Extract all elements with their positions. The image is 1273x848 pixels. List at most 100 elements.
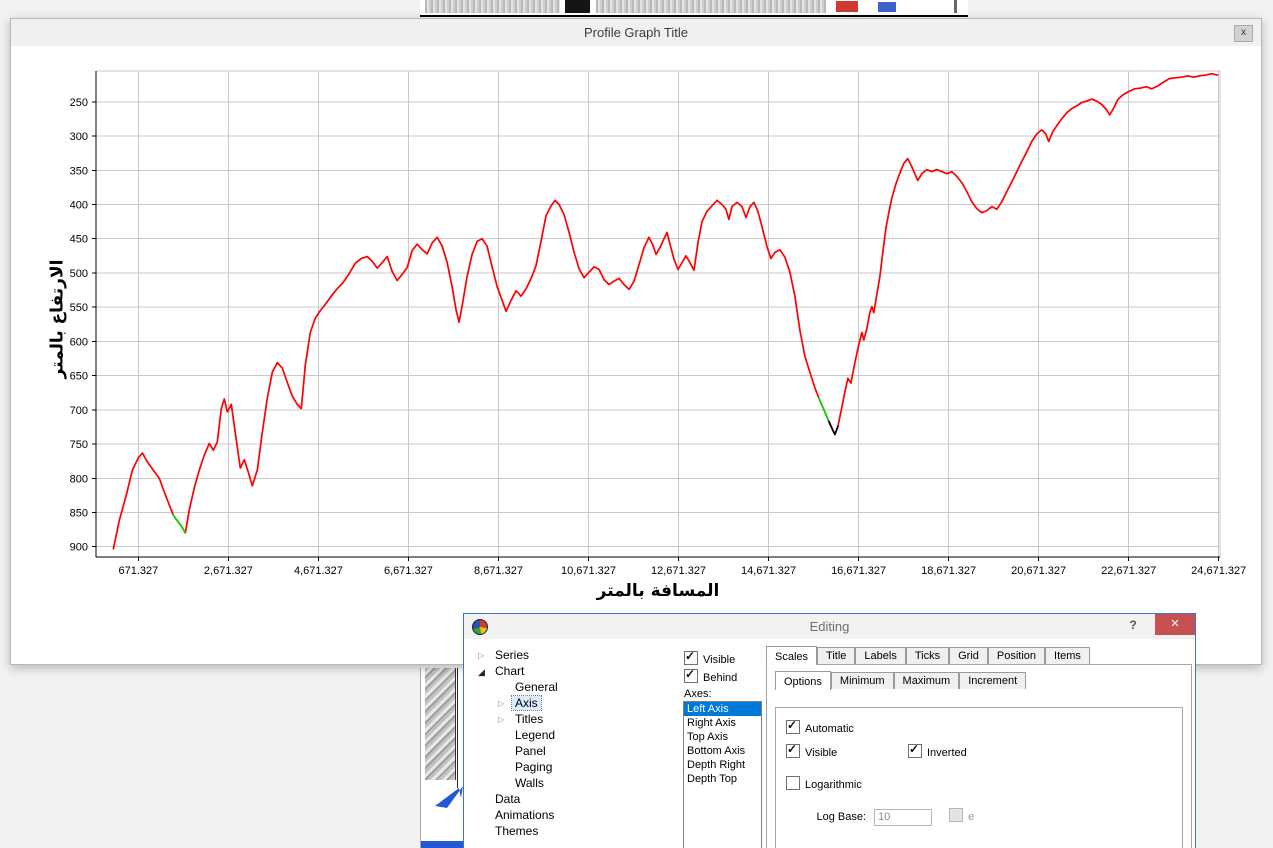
tree-item-series[interactable]: ▷ Series [476, 647, 671, 663]
checkbox-box [786, 742, 800, 758]
checkbox-box [949, 808, 964, 822]
tab-increment[interactable]: Increment [959, 672, 1027, 689]
red-swatch [836, 1, 858, 12]
tree-item-label: Titles [515, 712, 544, 726]
axes-list-item-depth-top[interactable]: Depth Top [684, 772, 761, 786]
chart-editor-tree: ▷ Series ◢ Chart General ▷ Axis ▷ Titles Legend Pa… [476, 647, 671, 839]
tree-item-label: General [515, 680, 558, 694]
background-window-fragment-top [420, 0, 968, 17]
checkbox-box [684, 667, 698, 683]
help-button[interactable]: ? [1125, 618, 1141, 634]
tree-item-label: Paging [515, 760, 553, 774]
checkbox-label: Automatic [805, 723, 854, 735]
x-tick-label: 16,671.327 [831, 565, 886, 577]
tab-labels[interactable]: Labels [855, 647, 906, 664]
tree-item-label: Chart [495, 664, 525, 678]
y-axis-title: الارتفاع بالمتر [47, 259, 67, 379]
x-tick-label: 22,671.327 [1101, 565, 1156, 577]
checkbox-label: e [968, 811, 975, 823]
checkbox-label: Inverted [927, 747, 967, 759]
axis-visible-checkbox[interactable]: Visible [786, 742, 837, 759]
tree-item-label: Axis [511, 695, 542, 711]
tree-item-label: Series [495, 648, 530, 662]
x-tick-label: 4,671.327 [294, 565, 343, 577]
tree-item-axis[interactable]: ▷ Axis [476, 695, 671, 711]
profile-graph-window: Profile Graph Title x 671.327 2,671.327 4,… [10, 18, 1262, 665]
tree-item-label: Animations [495, 808, 555, 822]
tree-item-walls[interactable]: Walls [476, 775, 671, 791]
checkbox-label: Behind [703, 672, 738, 684]
axes-listbox[interactable]: Left Axis Right Axis Top Axis Bottom Axis De… [683, 701, 762, 848]
x-tick-label: 14,671.327 [741, 565, 796, 577]
scales-tab-page: OptionsMinimumMaximumIncrement Automatic… [766, 664, 1192, 848]
blue-swatch [878, 2, 896, 12]
log-base-label: Log Base: [816, 811, 866, 823]
options-tab-page: Automatic Visible Inverted Logarithmic L… [775, 707, 1183, 848]
tab-scales[interactable]: Scales [766, 646, 818, 665]
tab-maximum[interactable]: Maximum [893, 672, 960, 689]
elevation-profile-chart: 671.327 2,671.327 4,671.327 6,671.327 8,671.… [70, 70, 1246, 577]
checkbox-label: Visible [703, 654, 736, 666]
tab-minimum[interactable]: Minimum [830, 672, 894, 689]
tree-item-titles[interactable]: ▷ Titles [476, 711, 671, 727]
tree-item-themes[interactable]: Themes [476, 823, 671, 839]
axes-list-item-top-axis[interactable]: Top Axis [684, 730, 761, 744]
tree-item-panel[interactable]: Panel [476, 743, 671, 759]
close-button[interactable]: x [1234, 25, 1253, 42]
window-border-line [457, 668, 458, 788]
tree-item-general[interactable]: General [476, 679, 671, 695]
axes-list-item-bottom-axis[interactable]: Bottom Axis [684, 744, 761, 758]
close-icon[interactable]: ✕ [1155, 614, 1195, 635]
tab-ticks[interactable]: Ticks [905, 647, 950, 664]
expand-icon[interactable]: ▷ [498, 696, 512, 712]
dialog-body: ▷ Series ◢ Chart General ▷ Axis ▷ Titles Legend Pa… [464, 639, 1195, 848]
checkbox-box [908, 742, 922, 758]
tree-item-data[interactable]: Data [476, 791, 671, 807]
tab-items[interactable]: Items [1045, 647, 1090, 664]
x-tick-label: 671.327 [118, 565, 158, 577]
plot-frame [95, 70, 1221, 558]
tab-title[interactable]: Title [817, 647, 856, 664]
x-tick-label: 8,671.327 [474, 565, 523, 577]
tree-item-paging[interactable]: Paging [476, 759, 671, 775]
tab-options[interactable]: Options [775, 671, 831, 690]
x-axis-title: المسافة بالمتر [596, 581, 720, 601]
log-base-input[interactable] [874, 808, 933, 826]
expand-icon[interactable]: ▷ [478, 648, 492, 664]
series-highlight-green-1 [172, 514, 187, 534]
map-symbol-icon [435, 786, 463, 808]
tab-position[interactable]: Position [987, 647, 1046, 664]
collapse-icon[interactable]: ◢ [478, 664, 492, 680]
axes-list-item-right-axis[interactable]: Right Axis [684, 716, 761, 730]
scales-subtabs: Options Minimum Maximum Increment [775, 671, 1027, 690]
logarithmic-checkbox[interactable]: Logarithmic [786, 776, 862, 791]
divider [954, 0, 957, 13]
checkbox-box [684, 649, 698, 665]
editing-dialog: Editing ? ✕ ▷ Series ◢ Chart General ▷ Axis ▷ Ti… [463, 613, 1196, 848]
expand-icon[interactable]: ▷ [498, 712, 512, 728]
tree-item-label: Data [495, 792, 521, 806]
tab-grid[interactable]: Grid [949, 647, 988, 664]
checkbox-label: Logarithmic [805, 779, 862, 791]
e-checkbox[interactable]: e [949, 808, 975, 823]
checkbox-box [786, 776, 800, 790]
axes-list-item-depth-right[interactable]: Depth Right [684, 758, 761, 772]
tree-item-label: Legend [515, 728, 556, 742]
window-title: Profile Graph Title [583, 25, 689, 40]
x-tick-label: 6,671.327 [384, 565, 433, 577]
automatic-checkbox[interactable]: Automatic [786, 718, 854, 735]
tree-item-legend[interactable]: Legend [476, 727, 671, 743]
visible-checkbox[interactable]: Visible [684, 649, 736, 666]
tree-item-label: Walls [515, 776, 544, 790]
map-thumbnail-texture [425, 0, 560, 13]
behind-checkbox[interactable]: Behind [684, 667, 738, 684]
tree-item-animations[interactable]: Animations [476, 807, 671, 823]
axis-settings-panel: Scales Title Labels Ticks Grid Position Items … [766, 645, 1192, 848]
title-bar[interactable]: Profile Graph Title x [11, 19, 1261, 46]
inverted-checkbox[interactable]: Inverted [908, 742, 967, 759]
log-base-row: Log Base: e [776, 808, 974, 826]
axes-list-item-left-axis[interactable]: Left Axis [684, 702, 761, 716]
black-block [565, 0, 590, 13]
dialog-title-bar[interactable]: Editing ? ✕ [464, 614, 1195, 639]
tree-item-chart[interactable]: ◢ Chart [476, 663, 671, 679]
